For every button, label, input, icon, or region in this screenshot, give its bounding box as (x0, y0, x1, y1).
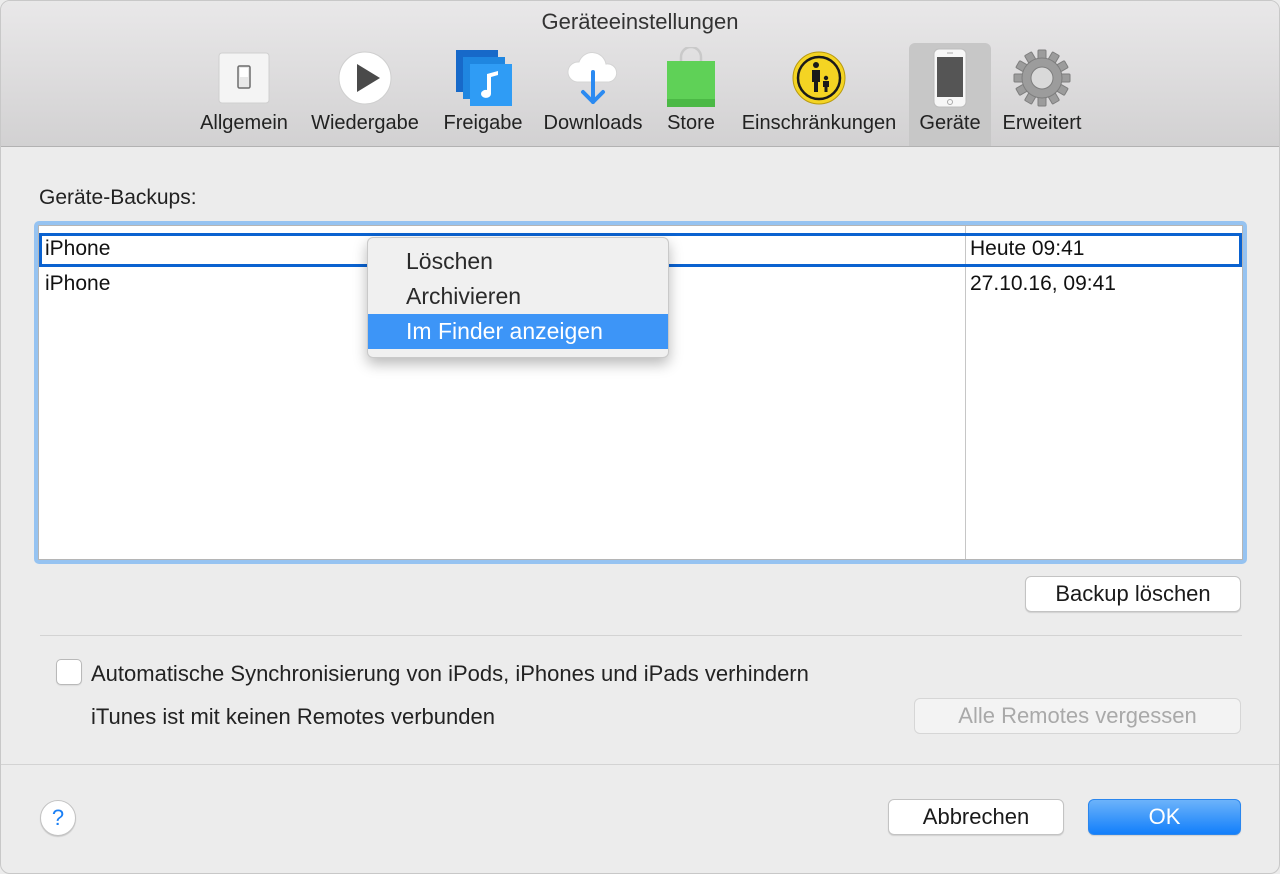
tab-label: Einschränkungen (741, 112, 897, 134)
tab-downloads[interactable]: Downloads (537, 43, 649, 146)
preferences-window: Geräteeinstellungen Allgemein Wiedergabe (0, 0, 1280, 874)
iphone-icon (920, 47, 980, 109)
prevent-sync-checkbox[interactable] (56, 659, 82, 685)
divider (40, 635, 1242, 636)
tab-label: Geräte (919, 112, 981, 134)
tab-label: Downloads (543, 112, 643, 134)
toolbar: Geräteeinstellungen Allgemein Wiedergabe (1, 1, 1279, 147)
help-button[interactable]: ? (40, 800, 76, 836)
menu-item-delete[interactable]: Löschen (368, 244, 668, 279)
device-name: iPhone (45, 272, 111, 295)
device-name: iPhone (45, 237, 111, 260)
tab-freigabe[interactable]: Freigabe (437, 43, 529, 146)
tab-store[interactable]: Store (659, 43, 723, 146)
footer-divider (1, 764, 1279, 765)
menu-item-show-in-finder[interactable]: Im Finder anzeigen (368, 314, 668, 349)
cancel-button[interactable]: Abbrechen (888, 799, 1064, 835)
tab-label: Erweitert (1002, 112, 1082, 134)
backup-date: 27.10.16, 09:41 (970, 272, 1116, 295)
backups-label: Geräte-Backups: (39, 186, 197, 209)
tab-label: Freigabe (443, 112, 523, 134)
remotes-status: iTunes ist mit keinen Remotes verbunden (91, 704, 495, 729)
backup-date: Heute 09:41 (970, 237, 1085, 260)
context-menu: Löschen Archivieren Im Finder anzeigen (367, 237, 669, 358)
prevent-sync-label: Automatische Synchronisierung von iPods,… (91, 661, 809, 686)
switch-icon (214, 47, 274, 109)
menu-item-archive[interactable]: Archivieren (368, 279, 668, 314)
tab-label: Store (667, 112, 715, 134)
forget-remotes-button[interactable]: Alle Remotes vergessen (914, 698, 1241, 734)
window-title: Geräteeinstellungen (541, 9, 739, 34)
tab-erweitert[interactable]: Erweitert (995, 43, 1089, 146)
tab-geraete[interactable]: Geräte (909, 43, 991, 146)
tab-wiedergabe[interactable]: Wiedergabe (304, 43, 426, 146)
parental-controls-icon (789, 47, 849, 109)
ok-button[interactable]: OK (1088, 799, 1241, 835)
gear-icon (1012, 47, 1072, 109)
shared-music-icon (453, 47, 513, 109)
delete-backup-button[interactable]: Backup löschen (1025, 576, 1241, 612)
tab-label: Wiedergabe (311, 112, 419, 134)
tab-label: Allgemein (200, 112, 288, 134)
shopping-bag-icon (661, 47, 721, 109)
tab-allgemein[interactable]: Allgemein (194, 43, 294, 146)
tab-einschraenkungen[interactable]: Einschränkungen (733, 43, 905, 146)
play-icon (335, 47, 395, 109)
cloud-download-icon (563, 47, 623, 109)
